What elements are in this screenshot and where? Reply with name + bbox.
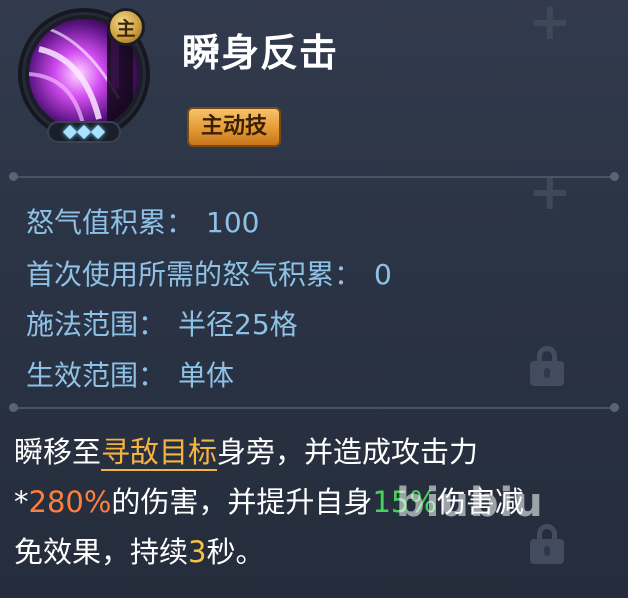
stat-value: 半径25格 — [178, 308, 298, 341]
duration-value: 3 — [188, 535, 207, 569]
desc-text: 身旁，并造成攻击力 — [217, 435, 479, 469]
stat-initial-rage: 首次使用所需的怒气积累： 0 — [26, 253, 392, 293]
divider — [9, 172, 619, 181]
desc-text: 的伤害，并提升自身 — [111, 485, 373, 519]
damage-percent: 280% — [28, 485, 112, 519]
stat-cast-range: 施法范围： 半径25格 — [26, 303, 298, 343]
skill-level-stars — [47, 121, 121, 143]
stat-label: 生效范围： — [26, 359, 167, 392]
desc-text: 免效果，持续 — [14, 535, 189, 569]
bg-plus-icon: + — [528, 162, 572, 222]
stat-label: 怒气值积累： — [26, 206, 195, 239]
stat-rage-accumulation: 怒气值积累： 100 — [26, 201, 259, 241]
skill-detail-panel: + + 主 瞬身反击 主动技 怒气值积累： 100 首次使用所需的怒气积累： 0… — [0, 0, 628, 598]
stat-value: 单体 — [178, 359, 235, 392]
bg-plus-icon: + — [528, 0, 572, 52]
watermark: biubiu — [396, 480, 544, 526]
skill-type-tag: 主动技 — [187, 107, 282, 147]
target-keyword-link[interactable]: 寻敌目标 — [101, 435, 218, 471]
star-icon — [90, 124, 106, 140]
desc-text: 秒。 — [206, 535, 265, 569]
stat-label: 施法范围： — [26, 308, 167, 341]
desc-text: 瞬移至 — [14, 435, 102, 469]
star-icon — [62, 124, 78, 140]
skill-type-badge: 主 — [107, 8, 145, 46]
stat-value: 0 — [374, 258, 392, 291]
stat-effect-range: 生效范围： 单体 — [26, 354, 234, 394]
skill-name: 瞬身反击 — [182, 31, 339, 75]
desc-text: * — [14, 485, 29, 519]
bg-lock-icon — [530, 346, 564, 386]
stat-value: 100 — [206, 206, 260, 239]
star-icon — [76, 124, 92, 140]
divider — [9, 403, 619, 412]
stat-label: 首次使用所需的怒气积累： — [26, 258, 363, 291]
